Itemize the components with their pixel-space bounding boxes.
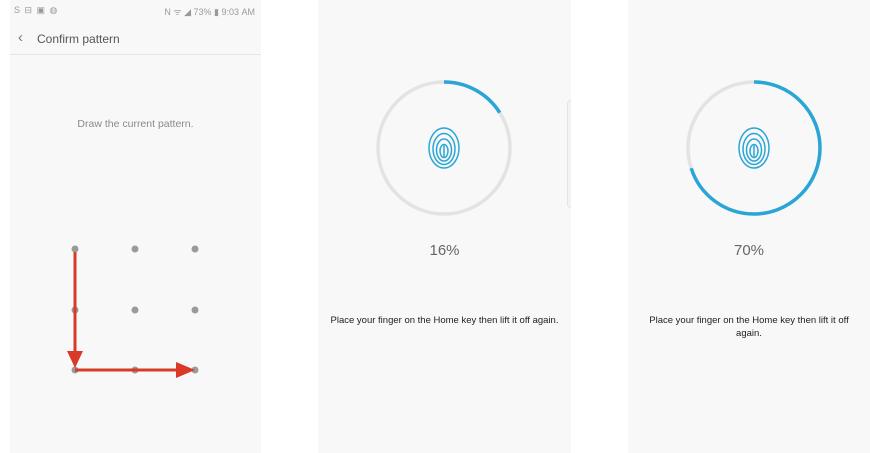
scan-instruction: Place your finger on the Home key then l… [330,315,559,326]
progress-ring [628,78,870,220]
progress-percent: 70% [733,242,765,259]
fingerprint-scan-screen-2: 70% Place your finger on the Home key th… [628,0,870,453]
pattern-dot[interactable] [71,245,79,253]
pattern-dot[interactable] [131,245,139,253]
progress-percent: 16% [429,242,460,259]
pattern-dot[interactable] [131,306,139,314]
right-arrowhead-icon [176,362,195,378]
scan-instruction: Place your finger on the Home key then l… [649,315,849,339]
fingerprint-scan-screen-1: 16% Place your finger on the Home key th… [318,0,571,453]
pattern-grid[interactable] [10,0,261,453]
confirm-pattern-screen: S ⊟ ▣ ◍ N ᯤ ◢ 73% ▮ 9:03 AM ‹ Confirm pa… [10,0,261,453]
fingerprint-icon [738,127,770,169]
progress-ring [318,78,571,220]
fingerprint-icon [428,127,460,169]
pattern-dot[interactable] [191,245,199,253]
down-arrowhead-icon [67,351,83,368]
pattern-dot[interactable] [191,306,199,314]
